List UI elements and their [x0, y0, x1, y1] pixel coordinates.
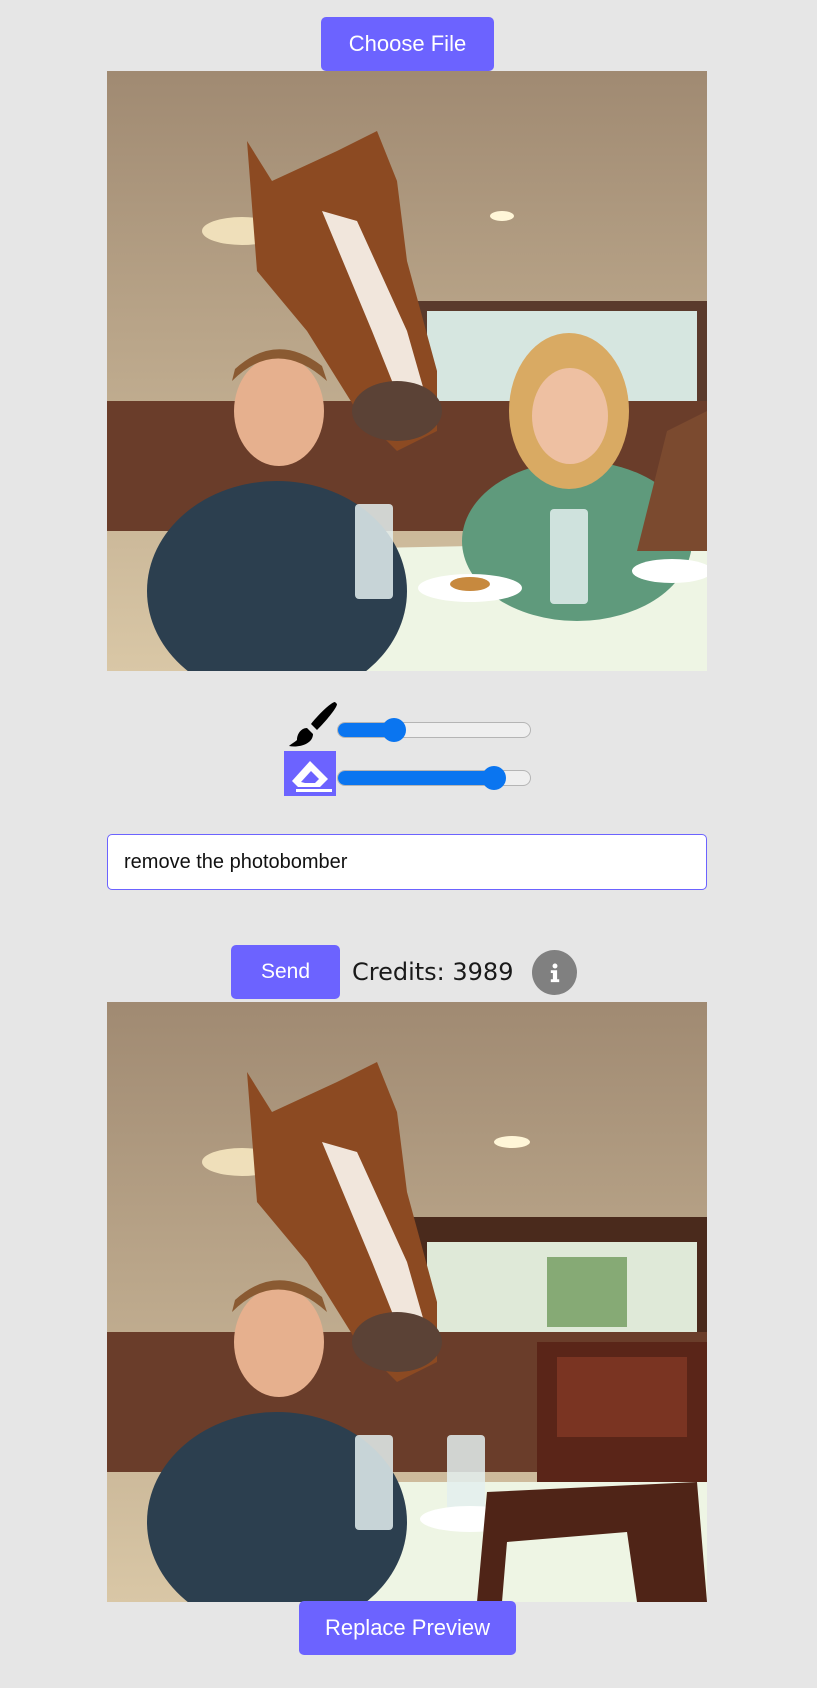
- source-image-canvas[interactable]: [107, 71, 707, 671]
- brush-size-slider[interactable]: [337, 718, 531, 742]
- result-image: [107, 1002, 707, 1602]
- replace-preview-button[interactable]: Replace Preview: [299, 1601, 516, 1655]
- result-photo: [107, 1002, 707, 1602]
- prompt-input[interactable]: [107, 834, 707, 890]
- choose-file-button[interactable]: Choose File: [321, 17, 494, 71]
- send-button[interactable]: Send: [231, 945, 340, 999]
- paintbrush-icon[interactable]: [287, 700, 339, 748]
- credits-counter: Credits: 3989: [352, 958, 514, 986]
- eraser-size-fill: [338, 771, 494, 785]
- brush-size-thumb[interactable]: [381, 718, 406, 742]
- eraser-icon[interactable]: [284, 751, 336, 796]
- source-photo: [107, 71, 707, 671]
- eraser-size-slider[interactable]: [337, 766, 531, 790]
- eraser-size-thumb[interactable]: [481, 766, 506, 790]
- info-icon[interactable]: [532, 950, 577, 995]
